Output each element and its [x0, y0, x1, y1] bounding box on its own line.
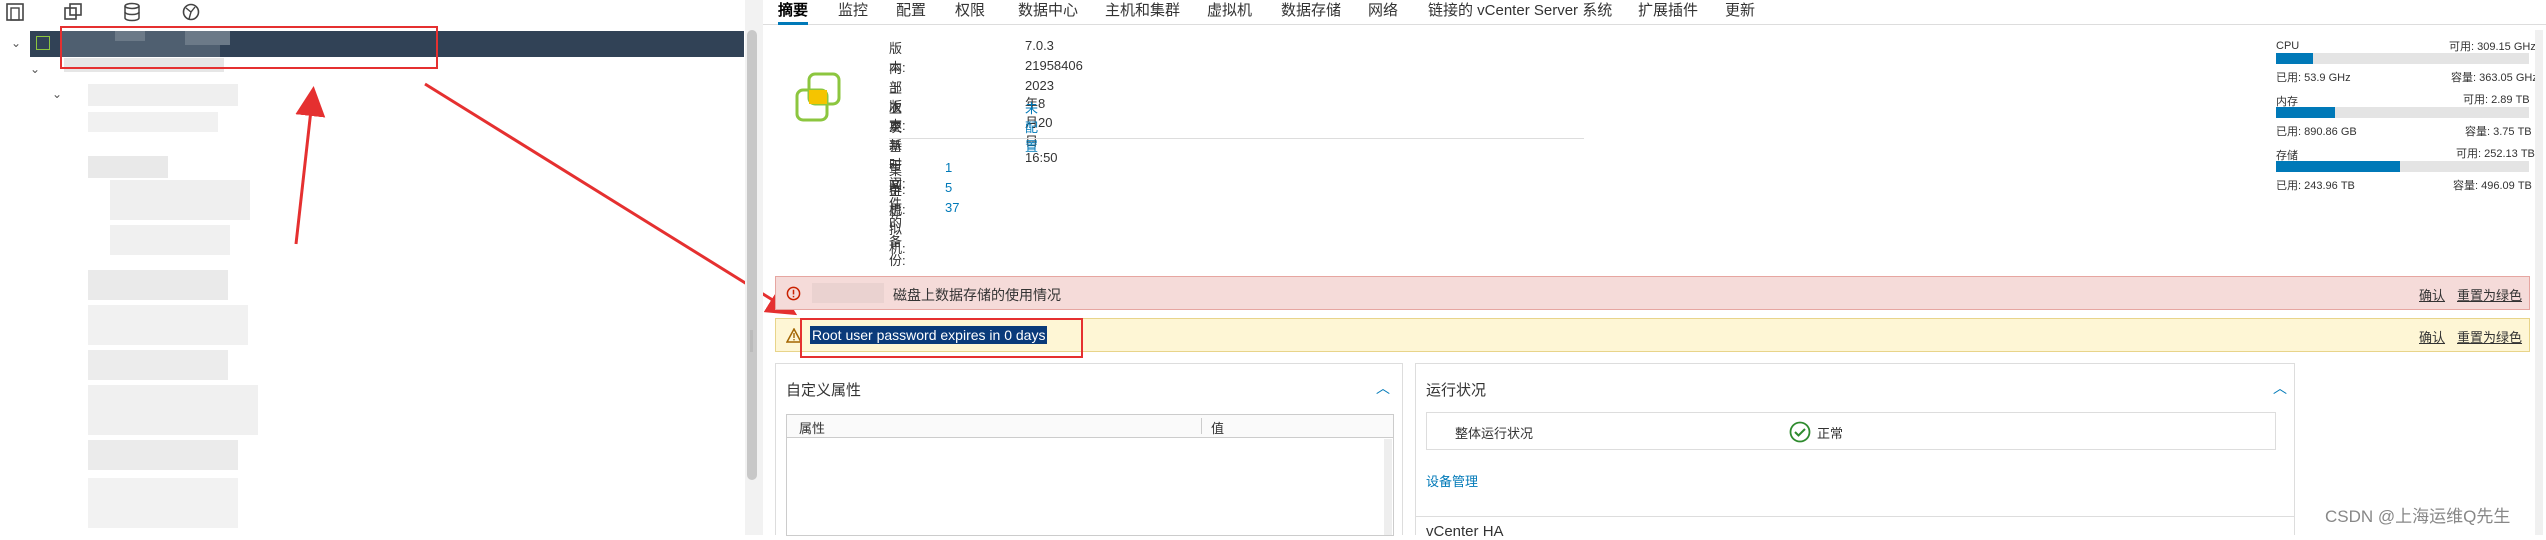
navigator-scrollbar[interactable]	[747, 30, 757, 480]
content-scrollbar-track[interactable]	[2535, 30, 2543, 535]
annotation-box-password	[800, 318, 1083, 358]
annotation-arrows	[294, 82, 798, 316]
watermark: CSDN @上海运维Q先生	[2325, 507, 2511, 526]
panel-title: vCenter HA	[1426, 523, 1504, 540]
column-header-attribute[interactable]: 属性	[799, 418, 825, 437]
resource-free: 可用: 309.15 GHz	[2449, 41, 2536, 53]
column-header-value[interactable]: 值	[1211, 418, 1224, 437]
count-value-link[interactable]: 5	[945, 180, 952, 195]
tab-monitor[interactable]: 监控	[838, 0, 868, 22]
splitter-handle[interactable]	[750, 330, 753, 352]
resource-bar-fill	[2276, 107, 2335, 118]
count-value-link[interactable]: 1	[945, 160, 952, 175]
count-label: 虚拟机:	[889, 203, 906, 256]
custom-attributes-panel: 自定义属性 ︿ 属性 值	[775, 363, 1403, 536]
appliance-management-link[interactable]: 设备管理	[1426, 471, 1478, 490]
vcenter-ha-panel: vCenter HA	[1415, 516, 2295, 540]
health-label: 整体运行状况	[1455, 426, 1534, 441]
table-scrollbar[interactable]	[1384, 439, 1392, 535]
acknowledge-link[interactable]: 确认	[2419, 285, 2445, 304]
check-circle-icon	[1789, 421, 1811, 443]
resource-bar-fill	[2276, 161, 2401, 172]
health-row: 整体运行状况 正常	[1426, 412, 2276, 450]
tab-extensions[interactable]: 扩展插件	[1638, 0, 1698, 22]
column-divider	[1201, 418, 1202, 434]
resource-capacity: 容量: 363.05 GHz	[2451, 72, 2538, 84]
acknowledge-link[interactable]: 确认	[2419, 327, 2445, 346]
error-icon	[786, 286, 801, 301]
resource-free: 可用: 2.89 TB	[2463, 94, 2530, 106]
vcenter-logo-icon	[795, 72, 841, 122]
collapse-chevron-icon[interactable]: ︿	[1374, 378, 1392, 396]
content-panel: 摘要 监控 配置 权限 数据中心 主机和集群 虚拟机 数据存储 网络 链接的 v…	[763, 0, 2546, 540]
resource-bar	[2276, 107, 2529, 118]
tab-datacenters[interactable]: 数据中心	[1018, 0, 1078, 22]
reset-to-green-link[interactable]: 重置为绿色	[2457, 327, 2522, 346]
tab-updates[interactable]: 更新	[1725, 0, 1755, 22]
tab-hosts-clusters[interactable]: 主机和集群	[1105, 0, 1180, 22]
alert-text: 磁盘上数据存储的使用情况	[893, 287, 1061, 303]
resource-bar-fill	[2276, 53, 2314, 64]
tab-configure[interactable]: 配置	[896, 0, 926, 22]
resource-used: 已用: 53.9 GHz	[2276, 72, 2351, 84]
count-value-link[interactable]: 37	[945, 200, 959, 215]
navigator-panel: ⌄ ⌄ ⌄	[0, 0, 798, 535]
resource-label: CPU	[2276, 40, 2300, 52]
attributes-table: 属性 值	[786, 414, 1394, 536]
resource-capacity: 容量: 496.09 TB	[2453, 180, 2532, 192]
resource-free: 可用: 252.13 TB	[2456, 148, 2535, 160]
resource-bar	[2276, 161, 2529, 172]
redacted-name	[812, 283, 884, 303]
health-panel: 运行状况 ︿ 整体运行状况 正常 设备管理	[1415, 363, 2295, 535]
tab-vms[interactable]: 虚拟机	[1207, 0, 1252, 22]
table-header: 属性 值	[787, 415, 1393, 438]
resource-bar	[2276, 53, 2529, 64]
tab-bar: 摘要 监控 配置 权限 数据中心 主机和集群 虚拟机 数据存储 网络 链接的 v…	[763, 0, 2546, 25]
tab-permissions[interactable]: 权限	[955, 0, 985, 22]
reset-to-green-link[interactable]: 重置为绿色	[2457, 285, 2522, 304]
panel-title: 运行状况	[1426, 382, 1487, 399]
info-value: 21958406	[1025, 58, 1083, 73]
resource-capacity: 容量: 3.75 TB	[2465, 126, 2532, 138]
backup-config-link[interactable]: 未配置	[1025, 98, 1038, 155]
tab-datastores[interactable]: 数据存储	[1281, 0, 1341, 22]
divider	[889, 138, 1584, 139]
health-status: 正常	[1817, 426, 1844, 441]
resource-used: 已用: 890.86 GB	[2276, 126, 2357, 138]
panel-title: 自定义属性	[786, 382, 862, 399]
tab-networks[interactable]: 网络	[1368, 0, 1398, 22]
info-value: 7.0.3	[1025, 38, 1054, 53]
tab-summary[interactable]: 摘要	[778, 0, 809, 25]
tab-linked-vcenter[interactable]: 链接的 vCenter Server 系统	[1428, 0, 1612, 22]
alert-disk-usage: 磁盘上数据存储的使用情况 确认 重置为绿色	[775, 276, 2530, 310]
collapse-chevron-icon[interactable]: ︿	[2271, 378, 2289, 396]
resource-used: 已用: 243.96 TB	[2276, 180, 2355, 192]
